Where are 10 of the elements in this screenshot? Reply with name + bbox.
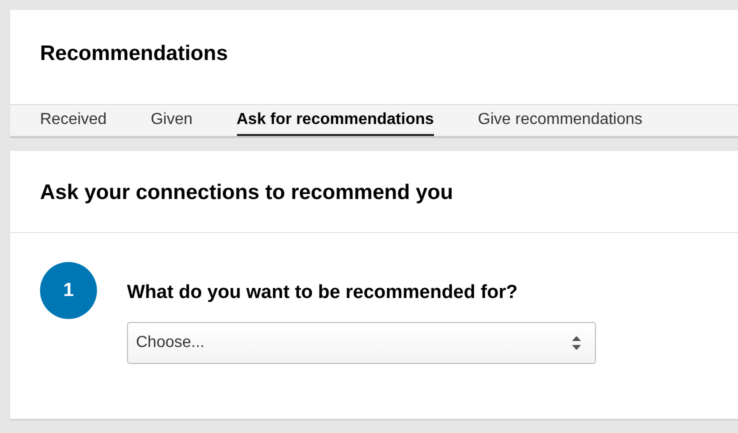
panel-title: Ask your connections to recommend you [10,151,738,233]
choose-dropdown[interactable]: Choose... [127,322,596,364]
page-title: Recommendations [39,41,229,67]
tab[interactable]: Received [40,105,107,136]
tab[interactable]: Give recommendations [478,105,642,136]
up-down-caret-icon [572,336,581,350]
step-number: 1 [40,262,97,319]
tab[interactable]: Given [150,105,192,136]
step-question: What do you want to be recommended for? [127,282,519,304]
tab[interactable]: Ask for recommendations [236,105,434,136]
